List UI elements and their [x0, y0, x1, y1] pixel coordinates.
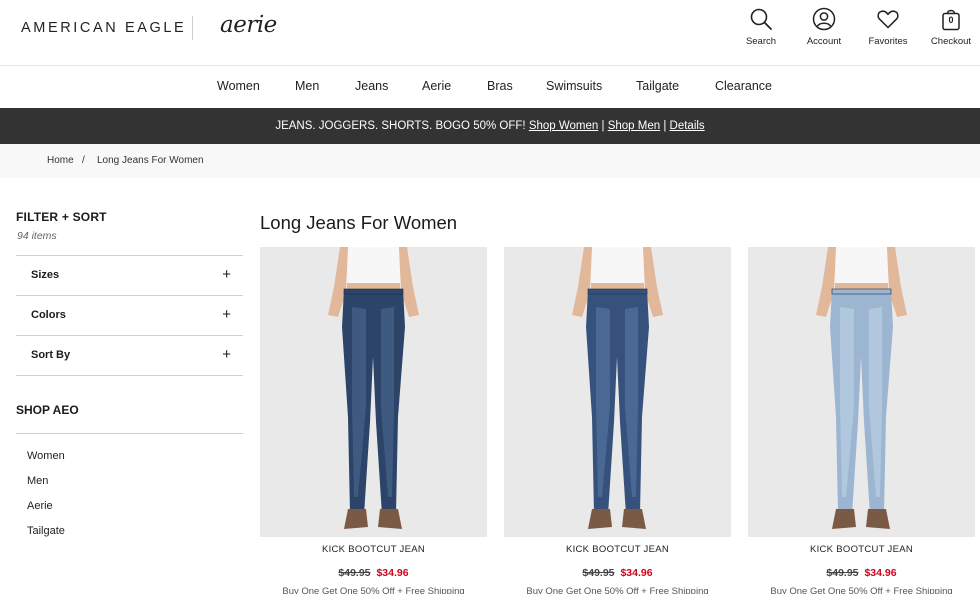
checkout-label: Checkout	[930, 36, 972, 47]
shop-link-women[interactable]: Women	[27, 450, 65, 462]
breadcrumb-current: Long Jeans For Women	[97, 155, 204, 166]
illustration-shape	[343, 288, 404, 295]
american-eagle-logo[interactable]: AMERICAN EAGLE	[21, 20, 186, 36]
checkout-button[interactable]: 0 Checkout	[919, 7, 980, 55]
facet-label: Colors	[31, 309, 66, 321]
product-card[interactable]: KICK BOOTCUT JEAN $49.95 $34.96 Buy One …	[260, 247, 487, 594]
product-price: $49.95 $34.96	[504, 567, 731, 579]
plus-icon: +	[222, 346, 231, 363]
product-price: $49.95 $34.96	[748, 567, 975, 579]
shop-link-tailgate[interactable]: Tailgate	[27, 525, 65, 537]
favorites-button[interactable]: Favorites	[856, 7, 920, 55]
illustration-shape	[834, 247, 889, 287]
product-name[interactable]: KICK BOOTCUT JEAN	[504, 544, 731, 555]
shop-men-link[interactable]: Shop Men	[608, 120, 660, 132]
model-illustration	[260, 247, 487, 537]
brand-divider	[192, 16, 193, 40]
promo-banner: JEANS. JOGGERS. SHORTS. BOGO 50% OFF! Sh…	[0, 108, 980, 144]
nav-item-women[interactable]: Women	[217, 79, 260, 93]
product-name[interactable]: KICK BOOTCUT JEAN	[748, 544, 975, 555]
facet-label: Sort By	[31, 349, 71, 361]
product-image[interactable]	[260, 247, 487, 537]
breadcrumb-home[interactable]: Home	[47, 155, 74, 166]
search-icon	[750, 8, 772, 30]
sale-price: $34.96	[864, 567, 897, 579]
nav-item-tailgate[interactable]: Tailgate	[636, 79, 679, 93]
product-promo: Buy One Get One 50% Off + Free Shipping	[526, 586, 709, 594]
product-card[interactable]: KICK BOOTCUT JEAN $49.95 $34.96 Buy One …	[504, 247, 731, 594]
sale-price: $34.96	[620, 567, 653, 579]
illustration-shape	[622, 509, 646, 529]
promo-separator: |	[663, 120, 667, 132]
aerie-logo[interactable]: aerie	[220, 12, 277, 38]
product-card[interactable]: KICK BOOTCUT JEAN $49.95 $34.96 Buy One …	[748, 247, 975, 594]
plus-icon: +	[222, 266, 231, 283]
illustration-shape	[590, 247, 645, 287]
nav-item-aerie[interactable]: Aerie	[422, 79, 451, 93]
item-count: 94 items	[17, 230, 57, 242]
account-button[interactable]: Account	[792, 7, 856, 55]
plus-icon: +	[222, 306, 231, 323]
illustration-shape	[347, 283, 400, 289]
original-price: $49.95	[338, 567, 371, 579]
facet-divider	[16, 375, 243, 376]
nav-item-swimsuits[interactable]: Swimsuits	[546, 79, 602, 93]
original-price: $49.95	[582, 567, 615, 579]
shop-women-link[interactable]: Shop Women	[529, 120, 598, 132]
illustration-shape	[588, 509, 612, 529]
facet-label: Sizes	[31, 269, 60, 281]
product-image[interactable]	[504, 247, 731, 537]
heart-icon	[877, 10, 899, 29]
promo-text: JEANS. JOGGERS. SHORTS. BOGO 50% OFF!	[275, 120, 526, 132]
shop-link-aerie[interactable]: Aerie	[27, 500, 53, 512]
illustration-shape	[866, 509, 890, 529]
breadcrumb: Home / Long Jeans For Women	[0, 144, 980, 178]
favorites-label: Favorites	[868, 36, 908, 47]
nav-item-men[interactable]: Men	[295, 79, 319, 93]
illustration-shape	[587, 288, 648, 295]
illustration-shape	[346, 247, 401, 287]
shop-link-men[interactable]: Men	[27, 475, 48, 487]
nav-item-bras[interactable]: Bras	[487, 79, 513, 93]
filter-sort-title: FILTER + SORT	[16, 210, 107, 224]
shop-divider	[16, 433, 243, 434]
account-label: Account	[806, 36, 842, 47]
promo-separator: |	[601, 120, 605, 132]
search-button[interactable]: Search	[729, 7, 793, 55]
model-illustration	[748, 247, 975, 537]
illustration-shape	[591, 283, 644, 289]
original-price: $49.95	[826, 567, 859, 579]
illustration-shape	[378, 509, 402, 529]
site-header: AMERICAN EAGLE aerie Search Account Favo…	[0, 0, 980, 66]
details-link[interactable]: Details	[670, 120, 705, 132]
search-label: Search	[745, 36, 777, 47]
illustration-shape	[832, 509, 856, 529]
category-nav: Women Men Jeans Aerie Bras Swimsuits Tai…	[0, 66, 980, 108]
product-promo: Buy One Get One 50% Off + Free Shipping	[282, 586, 465, 594]
nav-item-clearance[interactable]: Clearance	[715, 79, 772, 93]
illustration-shape	[835, 283, 888, 289]
product-promo: Buy One Get One 50% Off + Free Shipping	[770, 586, 953, 594]
nav-item-jeans[interactable]: Jeans	[355, 79, 388, 93]
account-icon	[812, 7, 836, 31]
sale-price: $34.96	[376, 567, 409, 579]
product-name[interactable]: KICK BOOTCUT JEAN	[260, 544, 487, 555]
shop-aeo-title: SHOP AEO	[16, 403, 79, 417]
breadcrumb-separator: /	[82, 155, 85, 166]
page-title: Long Jeans For Women	[260, 212, 458, 233]
facet-sort-by[interactable]: Sort By +	[16, 335, 243, 375]
product-price: $49.95 $34.96	[260, 567, 487, 579]
bag-count-badge: 0	[948, 15, 954, 25]
product-image[interactable]	[748, 247, 975, 537]
illustration-shape	[831, 288, 892, 295]
model-illustration	[504, 247, 731, 537]
illustration-shape	[344, 509, 368, 529]
facet-colors[interactable]: Colors +	[16, 295, 243, 335]
facet-sizes[interactable]: Sizes +	[16, 255, 243, 295]
